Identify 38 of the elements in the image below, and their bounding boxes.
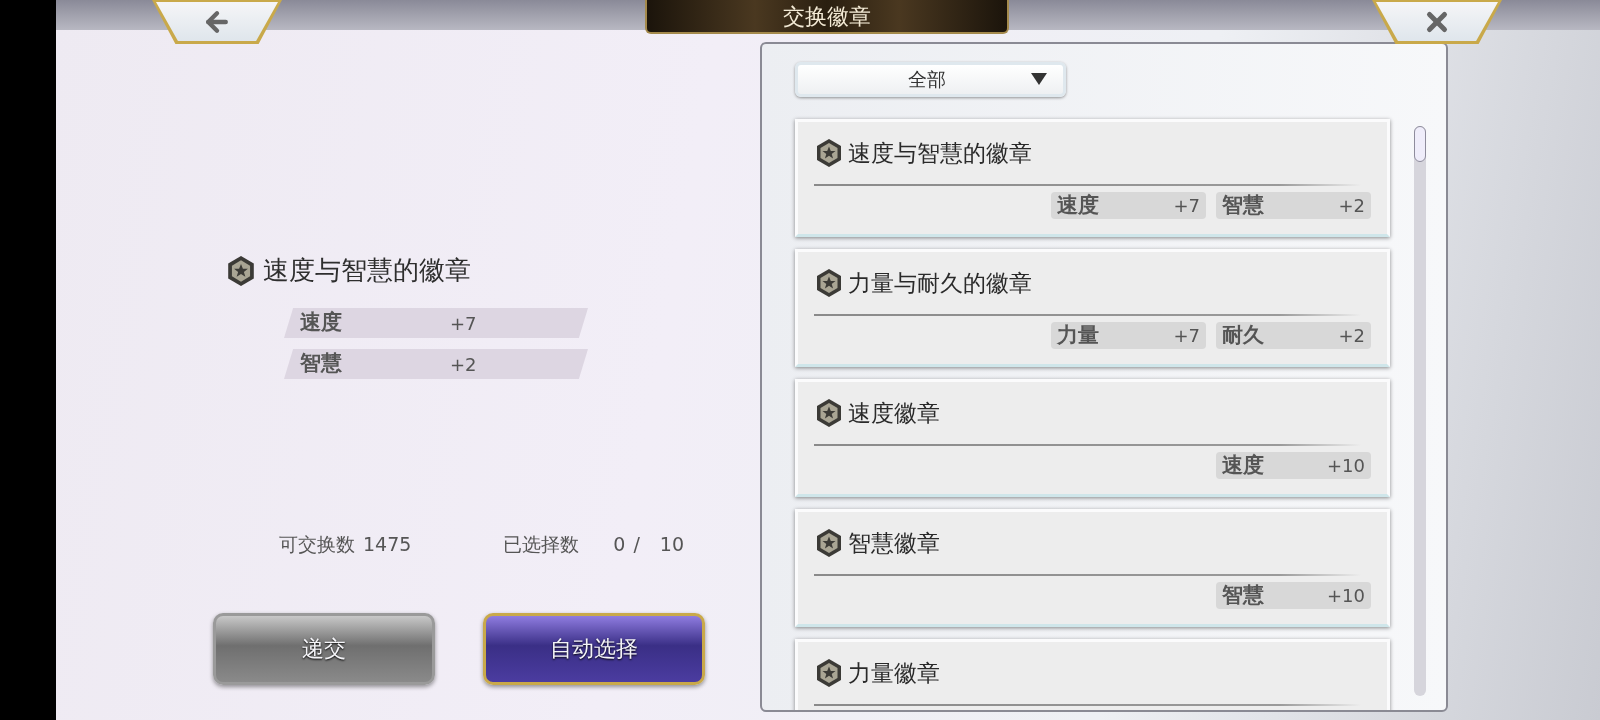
badge-icon [225,254,257,287]
selected-current: 0 [613,532,626,557]
badge-name: 智慧徽章 [848,528,940,558]
stat-value: +7 [450,311,477,336]
stat-tag: 智慧 +10 [1216,582,1371,609]
caret-icon [1031,73,1047,86]
auto-select-button[interactable]: 自动选择 [483,612,705,685]
stat-tag: 速度 +7 [1051,192,1206,219]
submit-button[interactable]: 递交 [213,612,435,685]
badge-card[interactable]: 力量与耐久的徽章 力量 +7 耐久 +2 [795,248,1390,367]
badge-name: 力量与耐久的徽章 [848,268,1032,298]
badge-card[interactable]: 速度徽章 速度 +10 [795,378,1390,497]
badge-icon [814,527,844,558]
stat-tag: 力量 +7 [1051,322,1206,349]
stat-tag: 智慧 +2 [1216,192,1371,219]
exchangeable-count: 1475 [363,532,412,557]
stat-tag: 速度 +10 [1216,452,1371,479]
separator: / [633,532,640,557]
filter-dropdown[interactable]: 全部 [795,62,1066,97]
badge-icon [814,267,844,298]
badge-icon [814,657,844,688]
badge-card[interactable]: 力量徽章 [795,638,1390,710]
window-title: 交换徽章 [783,2,871,31]
badge-name: 速度与智慧的徽章 [848,138,1032,168]
stat-value: +2 [450,352,477,377]
badge-card[interactable]: 智慧徽章 智慧 +10 [795,508,1390,627]
badge-icon [814,397,844,428]
stat-tag: 耐久 +2 [1216,322,1371,349]
badge-card[interactable]: 速度与智慧的徽章 速度 +7 智慧 +2 [795,118,1390,237]
exchangeable-label: 可交换数 [279,532,355,557]
selected-max: 10 [659,532,685,557]
badge-name: 速度徽章 [848,398,940,428]
badge-name: 速度与智慧的徽章 [263,254,471,287]
stat-label: 智慧 [300,350,343,378]
selected-label: 已选择数 [503,532,580,557]
stat-label: 速度 [300,309,343,337]
badge-name: 力量徽章 [848,658,940,688]
badge-icon [814,137,844,168]
